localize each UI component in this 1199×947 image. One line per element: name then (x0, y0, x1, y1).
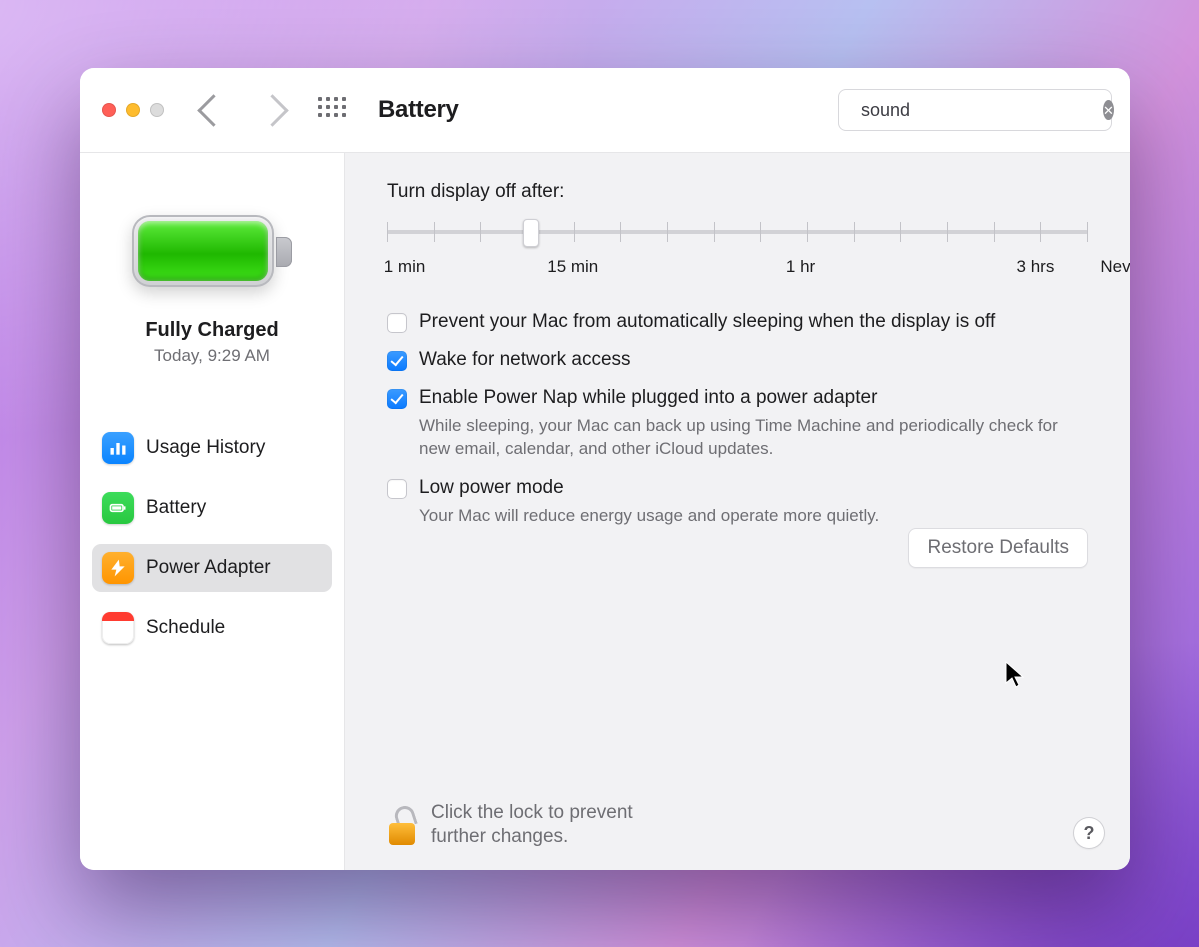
forward-button[interactable] (256, 94, 289, 127)
window-title: Battery (378, 96, 459, 124)
sidebar: Fully Charged Today, 9:29 AM Usage Histo… (80, 153, 345, 870)
nav-buttons (202, 99, 284, 122)
chart-bars-icon (102, 432, 134, 464)
checkbox[interactable] (387, 389, 407, 409)
search-field[interactable]: ✕ (838, 89, 1112, 131)
option-title: Prevent your Mac from automatically slee… (419, 311, 995, 333)
option-subtitle: Your Mac will reduce energy usage and op… (419, 505, 879, 528)
slider-thumb[interactable] (523, 219, 539, 247)
battery-status-time: Today, 9:29 AM (154, 346, 270, 366)
option-row: Enable Power Nap while plugged into a po… (387, 387, 1088, 461)
battery-small-icon (102, 492, 134, 524)
slider-tick-label: Never (1100, 257, 1130, 277)
option-row: Low power mode Your Mac will reduce energ… (387, 477, 1088, 528)
lock-hint-text: Click the lock to prevent further change… (431, 801, 691, 850)
clear-search-button[interactable]: ✕ (1103, 100, 1114, 120)
titlebar: Battery ✕ (80, 68, 1130, 153)
checkbox[interactable] (387, 313, 407, 333)
slider-tick-label: 3 hrs (1017, 257, 1055, 277)
main-content: Turn display off after: 1 min 15 min 1 hr 3… (345, 153, 1130, 870)
bolt-icon (102, 552, 134, 584)
option-row: Prevent your Mac from automatically slee… (387, 311, 1088, 333)
window-controls (102, 103, 164, 117)
lock-icon (387, 805, 417, 845)
sidebar-nav: Usage History Battery Power Adapter (92, 424, 332, 652)
option-subtitle: While sleeping, your Mac can back up usi… (419, 415, 1088, 461)
sidebar-item-usage-history[interactable]: Usage History (92, 424, 332, 472)
slider-tick-label: 1 hr (786, 257, 815, 277)
sidebar-item-schedule[interactable]: Schedule (92, 604, 332, 652)
sidebar-item-power-adapter[interactable]: Power Adapter (92, 544, 332, 592)
help-button[interactable]: ? (1074, 818, 1104, 848)
checkbox[interactable] (387, 351, 407, 371)
show-all-prefs-button[interactable] (318, 97, 344, 123)
sidebar-item-label: Battery (146, 497, 206, 519)
minimize-window-button[interactable] (126, 103, 140, 117)
option-row: Wake for network access (387, 349, 1088, 371)
battery-icon (132, 207, 292, 297)
checkbox[interactable] (387, 479, 407, 499)
display-off-slider[interactable] (387, 217, 1088, 247)
zoom-window-button[interactable] (150, 103, 164, 117)
battery-status-title: Fully Charged (145, 319, 278, 342)
sidebar-item-label: Usage History (146, 437, 265, 459)
lock-area[interactable]: Click the lock to prevent further change… (387, 801, 691, 850)
close-window-button[interactable] (102, 103, 116, 117)
option-title: Low power mode (419, 477, 879, 499)
option-title: Enable Power Nap while plugged into a po… (419, 387, 1088, 409)
slider-tick-label: 1 min (384, 257, 426, 277)
restore-defaults-button[interactable]: Restore Defaults (908, 528, 1088, 568)
calendar-icon (102, 612, 134, 644)
back-button[interactable] (197, 94, 230, 127)
sidebar-item-battery[interactable]: Battery (92, 484, 332, 532)
sidebar-item-label: Schedule (146, 617, 225, 639)
search-input[interactable] (859, 99, 1095, 122)
option-title: Wake for network access (419, 349, 631, 371)
preferences-window: Battery ✕ Fully Charged Today, 9:29 AM U… (80, 68, 1130, 870)
display-off-title: Turn display off after: (387, 181, 1088, 203)
slider-labels: 1 min15 min1 hr3 hrsNever (387, 253, 1088, 285)
slider-tick-label: 15 min (547, 257, 598, 277)
sidebar-item-label: Power Adapter (146, 557, 271, 579)
